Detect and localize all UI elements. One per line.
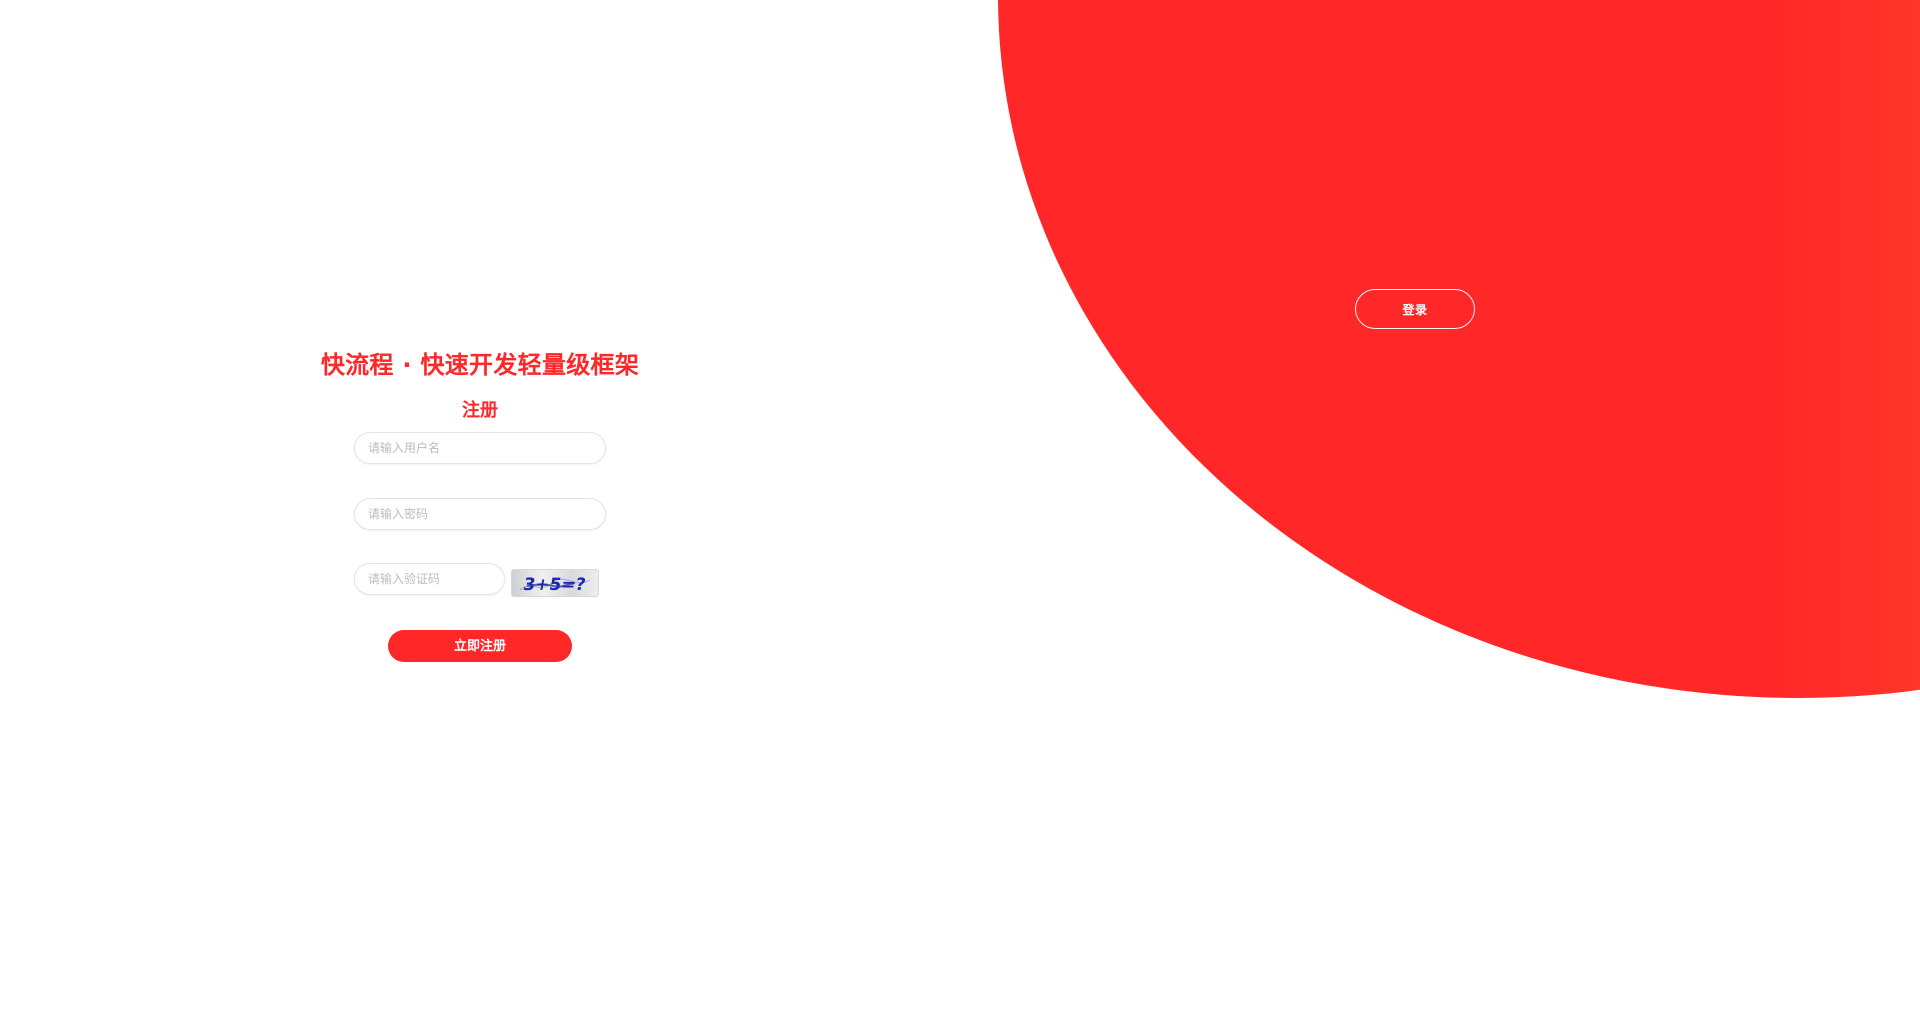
product-title: 快流程 · 快速开发轻量级框架: [320, 351, 640, 379]
registration-page: 登录 快流程 · 快速开发轻量级框架 注册 3+5=? 立即注册: [0, 0, 1920, 1009]
registration-heading: 注册: [462, 400, 498, 421]
password-input[interactable]: [354, 498, 606, 530]
username-input[interactable]: [354, 432, 606, 464]
decorative-gradient-circle: [998, 0, 1920, 698]
registration-form: 快流程 · 快速开发轻量级框架 注册 3+5=? 立即注册: [300, 345, 660, 675]
captcha-input[interactable]: [354, 563, 505, 595]
captcha-image[interactable]: 3+5=?: [511, 569, 599, 597]
register-now-button[interactable]: 立即注册: [388, 630, 572, 662]
switch-to-login-button[interactable]: 登录: [1355, 289, 1475, 329]
